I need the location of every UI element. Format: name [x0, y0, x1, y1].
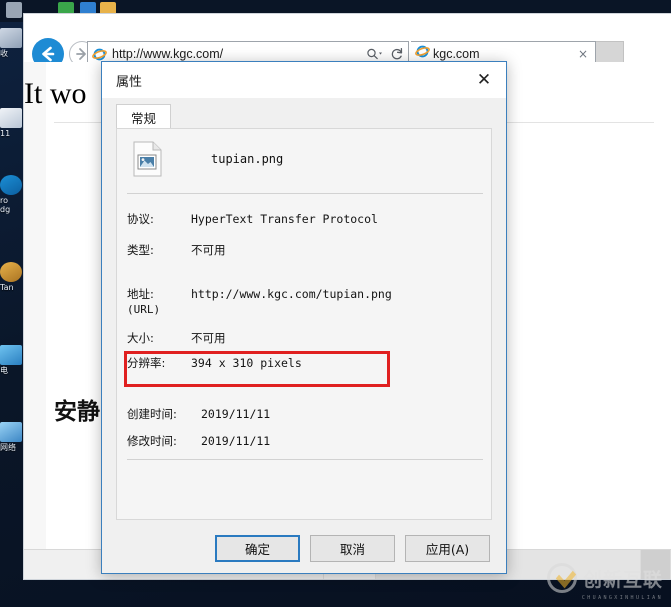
- property-value: 不可用: [191, 331, 226, 345]
- panel-divider: [127, 459, 483, 460]
- desktop-icon[interactable]: 11: [0, 108, 26, 138]
- property-value: HyperText Transfer Protocol: [191, 212, 378, 226]
- property-label: 类型:: [127, 243, 154, 257]
- property-value-url: http://www.kgc.com/tupian.png: [191, 287, 392, 301]
- property-row-created: 创建时间: 2019/11/11: [127, 407, 487, 422]
- page-title: It wo: [24, 77, 87, 110]
- property-row-protocol: 协议: HyperText Transfer Protocol: [127, 212, 487, 227]
- desktop-icon-label-overflow: dg: [0, 205, 26, 214]
- property-value: 394 x 310 pixels: [191, 356, 302, 370]
- desktop-icon[interactable]: ro: [0, 175, 26, 205]
- property-row-address: 地址: (URL) http://www.kgc.com/tupian.png: [127, 287, 487, 317]
- page-subheading: 安静: [54, 399, 100, 425]
- desktop-icon[interactable]: 收: [0, 28, 26, 58]
- ok-button[interactable]: 确定: [215, 534, 300, 562]
- desktop-icon-glyph: [0, 175, 22, 195]
- desktop-icon-glyph: [0, 108, 22, 128]
- properties-dialog: 属性 ✕ 常规 tupian.png 协议: HyperText Transfe…: [101, 61, 507, 574]
- cancel-button[interactable]: 取消: [310, 534, 395, 562]
- internet-explorer-icon: [88, 47, 110, 62]
- panel-divider: [127, 193, 483, 194]
- watermark-subtext: CHUANGXINHULIAN: [581, 595, 663, 601]
- close-icon[interactable]: ×: [575, 47, 591, 61]
- property-row-modified: 修改时间: 2019/11/11: [127, 434, 487, 449]
- property-label-sub: (URL): [127, 303, 161, 316]
- property-label-main: 地址:: [127, 287, 154, 301]
- property-label: 大小:: [127, 331, 154, 345]
- property-value: 2019/11/11: [201, 407, 271, 421]
- property-label: 创建时间:: [127, 407, 177, 421]
- status-bar-zoom-cell[interactable]: [641, 550, 671, 579]
- browser-toolbar: http://www.kgc.com/ kgc.com ×: [24, 14, 671, 70]
- desktop-icon-glyph: [0, 262, 22, 282]
- property-row-resolution: 分辨率: 394 x 310 pixels: [127, 356, 487, 371]
- image-file-icon: [131, 141, 165, 177]
- dialog-tab-row: 常规: [116, 104, 172, 129]
- file-name-label: tupian.png: [211, 152, 284, 166]
- property-row-type: 类型: 不可用: [127, 243, 487, 258]
- refresh-icon[interactable]: [386, 47, 408, 61]
- file-header-row: tupian.png: [125, 137, 283, 181]
- desktop-icon[interactable]: 电: [0, 345, 26, 375]
- tab-general[interactable]: 常规: [116, 104, 172, 129]
- desktop-icon-glyph: [0, 345, 22, 365]
- property-label: 分辨率:: [127, 356, 166, 370]
- dialog-button-row: 确定 取消 应用(A): [102, 528, 506, 568]
- property-row-size: 大小: 不可用: [127, 331, 487, 346]
- taskbar-mini-icon: [6, 2, 22, 18]
- desktop-icon[interactable]: 网络: [0, 422, 26, 452]
- search-icon[interactable]: [364, 47, 386, 61]
- property-label: 地址: (URL): [127, 287, 191, 317]
- general-tab-panel: tupian.png 协议: HyperText Transfer Protoc…: [116, 128, 492, 520]
- desktop-icon-label: 网络: [0, 443, 16, 452]
- property-value: 不可用: [191, 243, 226, 257]
- desktop-icon-label: ro: [0, 196, 9, 205]
- desktop-icon-label: 收: [0, 49, 8, 58]
- desktop-icon-label: 电: [0, 366, 8, 375]
- property-label: 协议:: [127, 212, 154, 226]
- back-arrow-icon: [42, 46, 55, 62]
- desktop-icon[interactable]: Tan: [0, 262, 26, 292]
- property-value: 2019/11/11: [201, 434, 271, 448]
- desktop-icon-label: dg: [0, 205, 11, 214]
- desktop-icon-label: Tan: [0, 283, 14, 292]
- dialog-body: 常规 tupian.png 协议: HyperText Transfer Pro…: [102, 98, 506, 573]
- tab-title: kgc.com: [433, 47, 480, 61]
- desktop-icon-glyph: [0, 422, 22, 442]
- page-left-margin: [24, 62, 46, 579]
- address-input[interactable]: http://www.kgc.com/: [110, 47, 364, 61]
- apply-button[interactable]: 应用(A): [405, 534, 490, 562]
- dialog-title: 属性: [116, 74, 143, 90]
- property-label: 修改时间:: [127, 434, 177, 448]
- desktop-icon-label: 11: [0, 129, 11, 138]
- dialog-title-bar: 属性 ✕: [102, 62, 506, 98]
- close-icon[interactable]: ✕: [462, 62, 506, 98]
- desktop-icon-glyph: [0, 28, 22, 48]
